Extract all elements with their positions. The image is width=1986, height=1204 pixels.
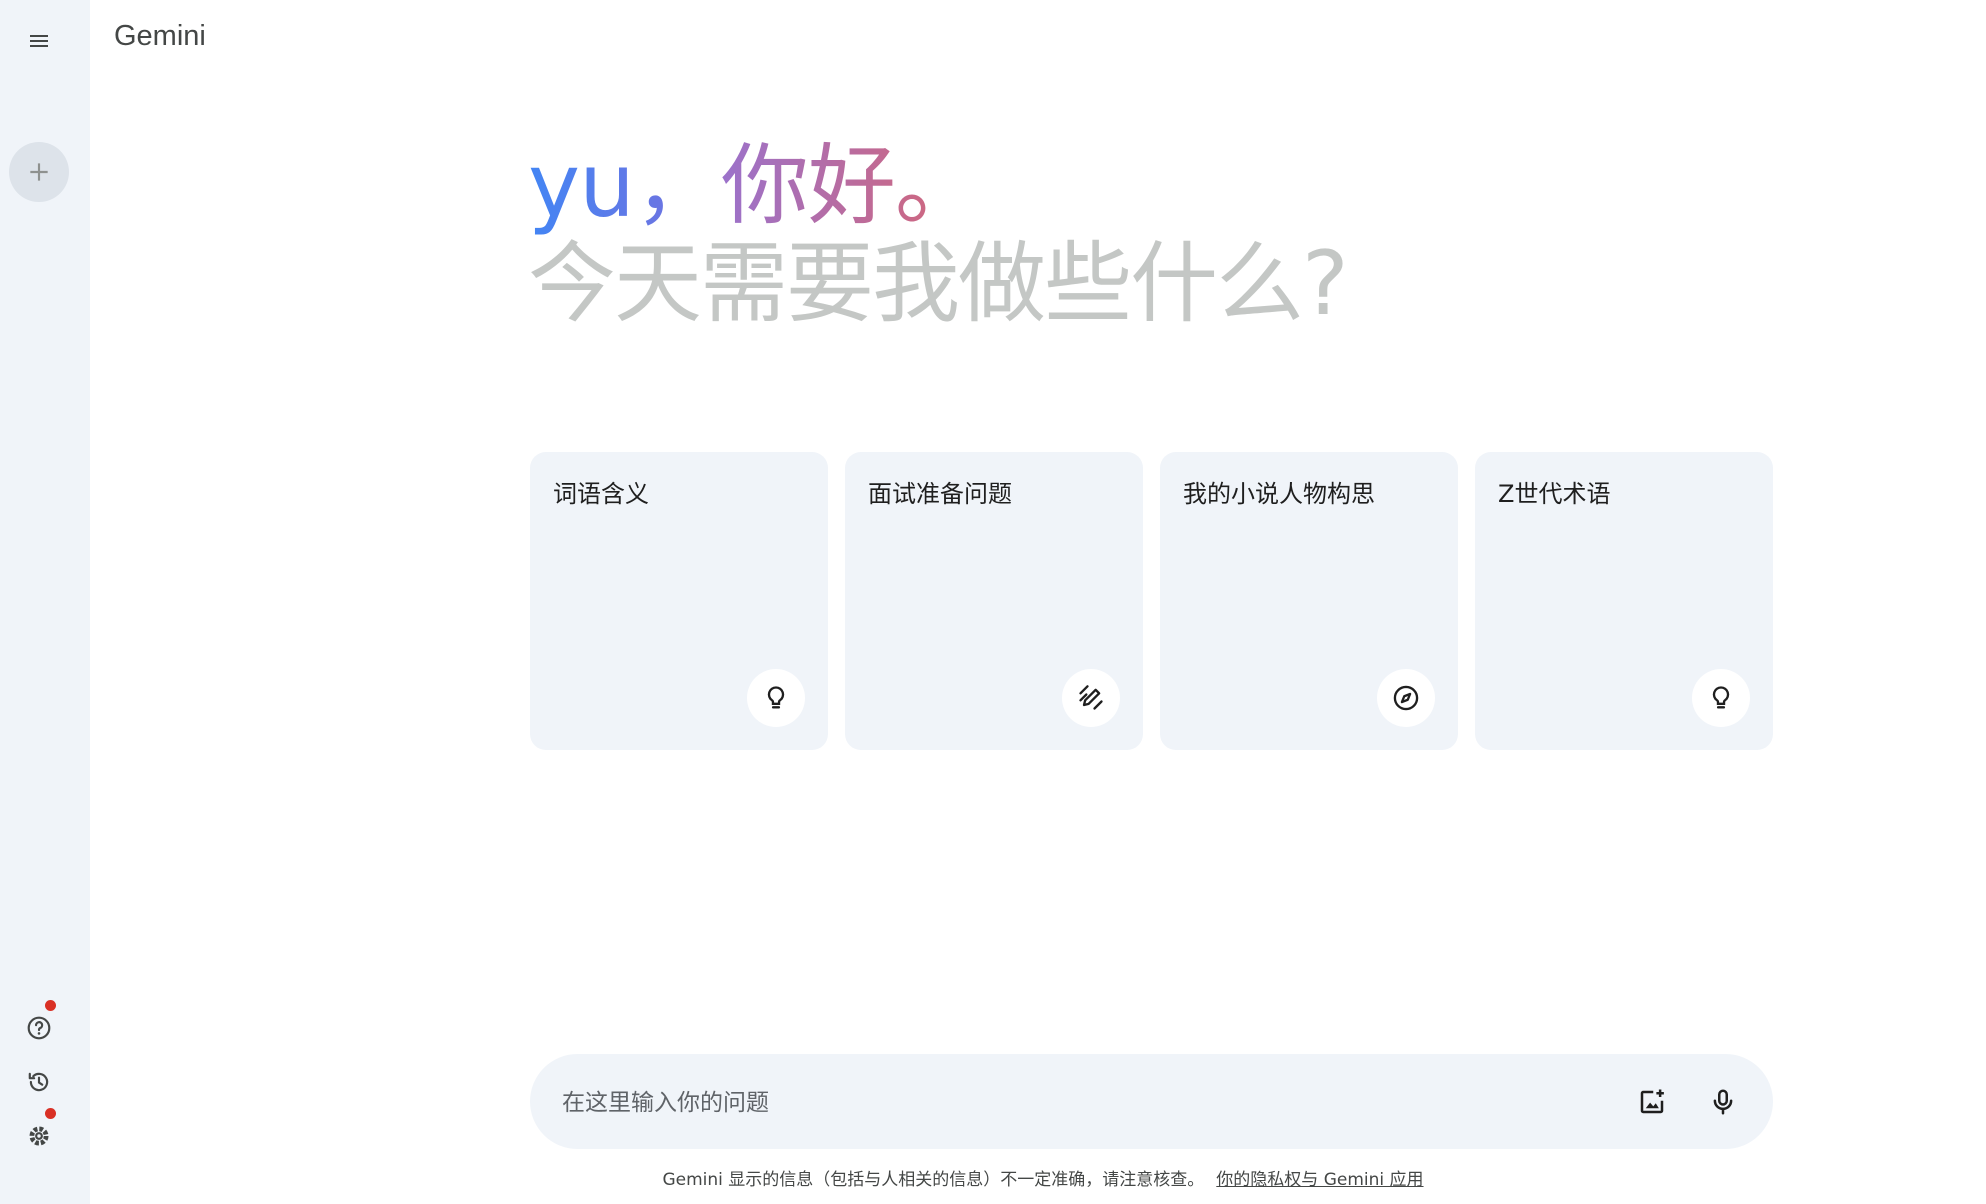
suggestion-card[interactable]: 我的小说人物构思: [1160, 452, 1458, 750]
privacy-link[interactable]: 你的隐私权与 Gemini 应用: [1216, 1170, 1423, 1190]
prompt-input-bar: [530, 1054, 1773, 1149]
footer-disclaimer: Gemini 显示的信息（包括与人相关的信息）不一定准确，请注意核查。: [662, 1170, 1205, 1190]
app-title: Gemini: [114, 20, 206, 52]
voice-input-button[interactable]: [1698, 1077, 1748, 1127]
greeting-hello: 你好。: [720, 134, 983, 237]
add-image-icon: [1640, 1089, 1664, 1114]
settings-button[interactable]: [19, 1116, 59, 1156]
greeting-line: yu，你好。: [528, 132, 983, 240]
lightbulb-icon: [1712, 686, 1730, 709]
suggestion-card[interactable]: 面试准备问题: [845, 452, 1143, 750]
new-chat-button[interactable]: [9, 142, 69, 202]
settings-notification-dot: [45, 1108, 56, 1119]
suggestion-card-label: 面试准备问题: [868, 480, 1012, 508]
upload-image-button[interactable]: [1627, 1077, 1677, 1127]
help-notification-dot: [45, 1000, 56, 1011]
compass-icon: [1393, 685, 1419, 711]
sidebar: [0, 0, 90, 1204]
suggestion-card[interactable]: Z世代术语: [1475, 452, 1773, 750]
history-icon: [28, 1072, 49, 1092]
gear-icon: [29, 1126, 49, 1146]
main-menu-button[interactable]: [15, 17, 63, 65]
suggestion-card-icon-wrap: [1062, 669, 1120, 727]
activity-button[interactable]: [19, 1062, 59, 1102]
greeting-name: yu，: [528, 134, 722, 237]
prompt-input[interactable]: [560, 1078, 1564, 1128]
footer: Gemini 显示的信息（包括与人相关的信息）不一定准确，请注意核查。 你的隐私权…: [0, 1165, 1986, 1190]
edit-pen-icon: [1079, 685, 1103, 710]
suggestion-card-icon-wrap: [1692, 669, 1750, 727]
help-button[interactable]: [19, 1008, 59, 1048]
suggestion-card-icon-wrap: [747, 669, 805, 727]
suggestion-card[interactable]: 词语含义: [530, 452, 828, 750]
plus-icon: [30, 163, 48, 181]
suggestion-card-icon-wrap: [1377, 669, 1435, 727]
help-icon: [27, 1016, 51, 1040]
microphone-icon: [1713, 1089, 1733, 1115]
greeting-prompt: 今天需要我做些什么?: [528, 232, 1349, 335]
suggestion-card-label: 我的小说人物构思: [1183, 480, 1375, 508]
hamburger-menu-icon: [30, 35, 48, 47]
suggestion-card-label: Z世代术语: [1498, 480, 1611, 508]
lightbulb-icon: [767, 686, 785, 709]
suggestion-card-label: 词语含义: [553, 480, 649, 508]
